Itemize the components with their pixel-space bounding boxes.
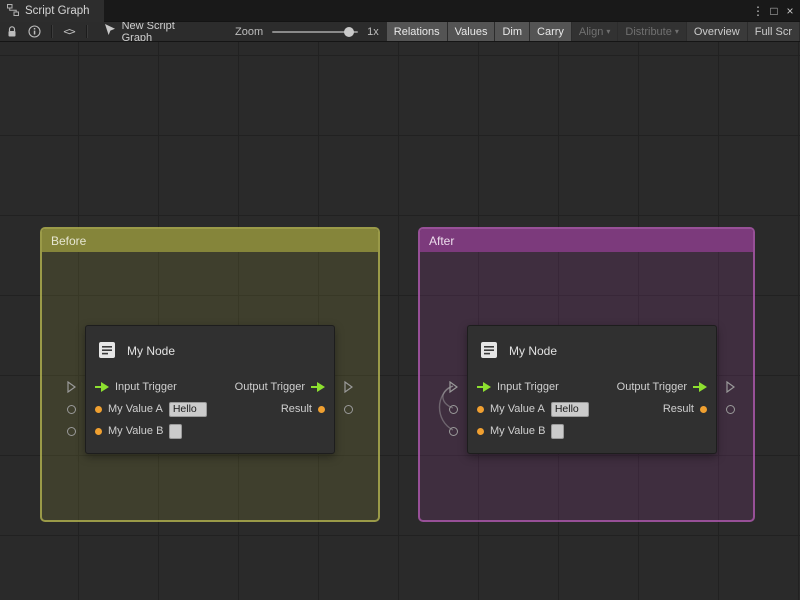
- node-header: My Node: [468, 326, 716, 376]
- unit-icon: [96, 339, 118, 364]
- maximize-icon[interactable]: □: [766, 4, 782, 18]
- zoom-label: Zoom: [235, 26, 263, 38]
- my-value-a-port[interactable]: My Value A: [477, 402, 589, 417]
- my-value-b-port[interactable]: My Value B: [477, 424, 564, 439]
- group-title: After: [429, 234, 454, 248]
- flow-input-port[interactable]: [67, 381, 76, 396]
- breadcrumb[interactable]: New Script Graph: [104, 22, 205, 42]
- graph-pointer-icon: [104, 24, 116, 39]
- value-output-port[interactable]: [726, 405, 735, 414]
- node-title: My Node: [127, 344, 175, 358]
- window-tab-bar: Script Graph ⋮ □ ×: [0, 0, 800, 22]
- flow-arrow-icon: [311, 382, 325, 392]
- values-button[interactable]: Values: [448, 22, 495, 42]
- zoom-control: Zoom 1x: [235, 22, 379, 42]
- value-input-port-b[interactable]: [67, 427, 76, 436]
- chevron-down-icon: ▾: [606, 27, 610, 36]
- value-port-icon: [95, 406, 102, 413]
- node-header: My Node: [86, 326, 334, 376]
- zoom-slider-handle[interactable]: [344, 27, 354, 37]
- result-port[interactable]: Result: [663, 403, 707, 415]
- toolbar-separator: [51, 25, 52, 38]
- flow-output-port[interactable]: [344, 381, 353, 396]
- output-trigger-port[interactable]: Output Trigger: [617, 381, 707, 393]
- graph-name-label: New Script Graph: [122, 22, 205, 42]
- my-value-b-input[interactable]: [169, 424, 182, 439]
- value-input-port-a[interactable]: [449, 405, 458, 414]
- close-icon[interactable]: ×: [782, 4, 798, 18]
- node-my-node-after[interactable]: My Node Input Trigger Output Trigger My …: [467, 325, 717, 454]
- align-button: Align▾: [572, 22, 617, 42]
- port-label: Input Trigger: [115, 381, 177, 393]
- result-port[interactable]: Result: [281, 403, 325, 415]
- info-icon[interactable]: [23, 22, 46, 42]
- graph-toolbar: <> New Script Graph Zoom 1x Relations Va…: [0, 22, 800, 42]
- port-label: Output Trigger: [235, 381, 305, 393]
- value-input-port-a[interactable]: [67, 405, 76, 414]
- lock-icon[interactable]: [0, 22, 23, 42]
- graph-tab-icon: [7, 4, 19, 19]
- node-row: My Value B: [468, 420, 716, 442]
- my-value-a-input[interactable]: [169, 402, 207, 417]
- unit-icon: [478, 339, 500, 364]
- input-trigger-port[interactable]: Input Trigger: [95, 381, 177, 393]
- zoom-slider[interactable]: [272, 22, 358, 42]
- group-after-header[interactable]: After: [420, 229, 753, 252]
- port-label: My Value A: [490, 403, 545, 415]
- node-row: My Value A Result: [86, 398, 334, 420]
- value-input-port-b[interactable]: [449, 427, 458, 436]
- dim-button[interactable]: Dim: [495, 22, 529, 42]
- flow-input-port[interactable]: [449, 381, 458, 396]
- port-label: Result: [281, 403, 312, 415]
- group-title: Before: [51, 234, 86, 248]
- port-label: Result: [663, 403, 694, 415]
- node-my-node-before[interactable]: My Node Input Trigger Output Trigger My …: [85, 325, 335, 454]
- chevron-down-icon: ▾: [675, 27, 679, 36]
- tab-script-graph[interactable]: Script Graph: [0, 0, 104, 22]
- full-screen-button[interactable]: Full Scr: [748, 22, 799, 42]
- port-label: My Value B: [490, 425, 545, 437]
- port-label: My Value A: [108, 403, 163, 415]
- value-port-icon: [318, 406, 325, 413]
- node-row: My Value B: [86, 420, 334, 442]
- toolbar-separator: [86, 25, 87, 38]
- code-view-icon[interactable]: <>: [57, 22, 80, 42]
- port-label: My Value B: [108, 425, 163, 437]
- value-port-icon: [477, 428, 484, 435]
- my-value-a-input[interactable]: [551, 402, 589, 417]
- group-before-header[interactable]: Before: [42, 229, 378, 252]
- window-controls: ⋮ □ ×: [750, 0, 798, 22]
- input-trigger-port[interactable]: Input Trigger: [477, 381, 559, 393]
- node-title: My Node: [509, 344, 557, 358]
- flow-arrow-icon: [693, 382, 707, 392]
- distribute-button: Distribute▾: [618, 22, 685, 42]
- toolbar-buttons: Relations Values Dim Carry Align▾ Distri…: [387, 22, 800, 42]
- value-output-port[interactable]: [344, 405, 353, 414]
- value-port-icon: [477, 406, 484, 413]
- value-port-icon: [95, 428, 102, 435]
- node-row: My Value A Result: [468, 398, 716, 420]
- graph-canvas[interactable]: Before After My Node Input: [0, 42, 800, 600]
- port-label: Output Trigger: [617, 381, 687, 393]
- port-label: Input Trigger: [497, 381, 559, 393]
- node-row: Input Trigger Output Trigger: [86, 376, 334, 398]
- script-graph-window: Script Graph ⋮ □ × <> New Script Graph Z…: [0, 0, 800, 600]
- flow-arrow-icon: [95, 382, 109, 392]
- my-value-a-port[interactable]: My Value A: [95, 402, 207, 417]
- window-menu-icon[interactable]: ⋮: [750, 4, 766, 18]
- value-port-icon: [700, 406, 707, 413]
- tab-title: Script Graph: [25, 5, 90, 17]
- flow-output-port[interactable]: [726, 381, 735, 396]
- flow-arrow-icon: [477, 382, 491, 392]
- my-value-b-input[interactable]: [551, 424, 564, 439]
- output-trigger-port[interactable]: Output Trigger: [235, 381, 325, 393]
- my-value-b-port[interactable]: My Value B: [95, 424, 182, 439]
- zoom-value: 1x: [367, 26, 379, 38]
- carry-button[interactable]: Carry: [530, 22, 571, 42]
- overview-button[interactable]: Overview: [687, 22, 747, 42]
- relations-button[interactable]: Relations: [387, 22, 447, 42]
- node-row: Input Trigger Output Trigger: [468, 376, 716, 398]
